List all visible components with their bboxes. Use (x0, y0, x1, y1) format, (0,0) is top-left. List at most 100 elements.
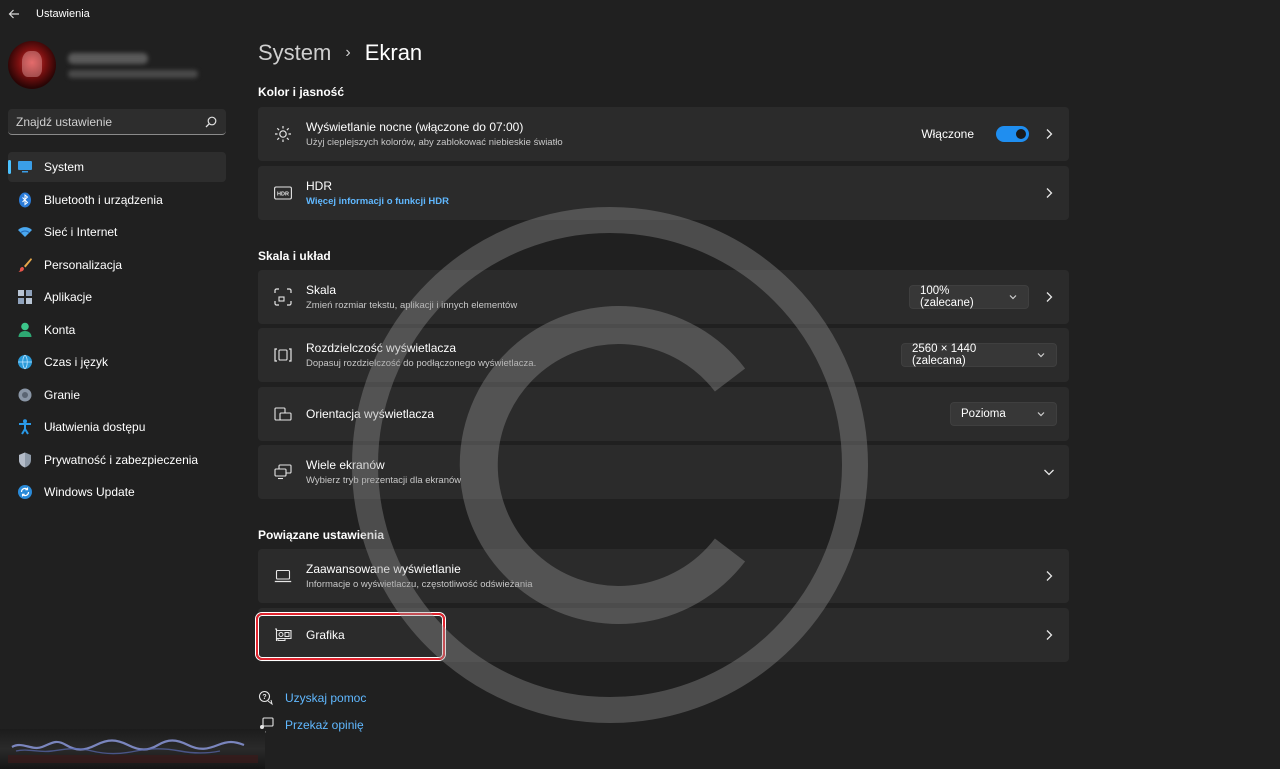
sidebar-item-network[interactable]: Sieć i Internet (8, 217, 226, 247)
main-content: System › Ekran Kolor i jasność Wyświetla… (258, 28, 1070, 769)
search-icon[interactable] (204, 115, 218, 129)
sidebar-item-label: Czas i język (44, 355, 109, 369)
laptop-icon (274, 567, 292, 585)
hdr-icon: HDR (274, 184, 292, 202)
resolution-icon (274, 346, 292, 364)
scale-dropdown[interactable]: 100% (zalecane) (909, 285, 1029, 309)
app-title: Ustawienia (36, 8, 90, 20)
chevron-right-icon[interactable] (1041, 185, 1057, 201)
orientation-icon (274, 405, 292, 423)
orientation-title: Orientacja wyświetlacza (306, 407, 435, 421)
multiple-displays-subtitle: Wybierz tryb prezentacji dla ekranów (306, 475, 462, 486)
search-input-text[interactable]: Znajdź ustawienie (16, 115, 204, 129)
resolution-card[interactable]: Rozdzielczość wyświetlacza Dopasuj rozdz… (258, 328, 1069, 382)
sidebar: Znajdź ustawienie System Bluetooth i urz… (0, 28, 236, 769)
multiple-displays-title: Wiele ekranów (306, 458, 385, 472)
chevron-right-icon[interactable] (1041, 568, 1057, 584)
resolution-title: Rozdzielczość wyświetlacza (306, 341, 457, 355)
advanced-display-card[interactable]: Zaawansowane wyświetlanie Informacje o w… (258, 549, 1069, 603)
breadcrumb-separator: › (345, 44, 351, 61)
sidebar-item-personalization[interactable]: Personalizacja (8, 250, 226, 280)
monitor-icon (17, 159, 33, 175)
graphics-card-icon (274, 626, 292, 644)
chevron-right-icon[interactable] (1041, 627, 1057, 643)
back-arrow-icon (8, 9, 19, 19)
sidebar-item-label: Prywatność i zabezpieczenia (44, 452, 199, 467)
sidebar-item-privacy[interactable]: Prywatność i zabezpieczenia (8, 445, 226, 475)
scale-subtitle: Zmień rozmiar tekstu, aplikacji i innych… (306, 300, 518, 311)
accessibility-icon (17, 419, 33, 435)
section-title-color: Kolor i jasność (258, 85, 345, 99)
orientation-card[interactable]: Orientacja wyświetlacza Pozioma (258, 387, 1069, 441)
hdr-card[interactable]: HDR HDR Więcej informacji o funkcji HDR (258, 166, 1069, 220)
brush-icon (17, 257, 33, 273)
brightness-icon (274, 125, 292, 143)
night-light-subtitle: Użyj cieplejszych kolorów, aby zablokowa… (306, 137, 563, 148)
profile-email-blurred (68, 69, 198, 78)
breadcrumb-parent[interactable]: System (258, 40, 331, 66)
search-input[interactable]: Znajdź ustawienie (8, 109, 226, 135)
sidebar-item-accessibility[interactable]: Ułatwienia dostępu (8, 412, 226, 442)
sidebar-item-bluetooth[interactable]: Bluetooth i urządzenia (8, 185, 226, 215)
watermark-logo (0, 729, 265, 769)
multiple-displays-card[interactable]: Wiele ekranów Wybierz tryb prezentacji d… (258, 445, 1069, 499)
globe-clock-icon (17, 354, 33, 370)
gamepad-icon (17, 387, 33, 403)
page-title: Ekran (364, 40, 423, 65)
resolution-dropdown[interactable]: 2560 × 1440 (zalecana) (901, 343, 1057, 367)
scale-icon (274, 288, 292, 306)
sidebar-item-apps[interactable]: Aplikacje (8, 282, 226, 312)
sidebar-item-label: Granie (44, 387, 81, 402)
sidebar-item-label: System (44, 160, 85, 174)
help-chat-icon: ? (258, 690, 274, 706)
chevron-right-icon[interactable] (1041, 289, 1057, 305)
resolution-dropdown-value: 2560 × 1440 (zalecana) (912, 343, 977, 367)
night-light-toggle-label: Włączone (921, 127, 974, 141)
sidebar-item-label: Ułatwienia dostępu (44, 420, 146, 434)
graphics-card[interactable]: Grafika (258, 608, 1069, 662)
sidebar-item-windows-update[interactable]: Windows Update (8, 477, 226, 507)
user-profile[interactable] (8, 40, 228, 90)
resolution-subtitle: Dopasuj rozdzielczość do podłączonego wy… (306, 358, 537, 369)
feedback-link[interactable]: Przekaż opinię (258, 717, 364, 733)
update-icon (17, 484, 33, 500)
chevron-down-icon (1037, 353, 1045, 358)
get-help-link[interactable]: ? Uzyskaj pomoc (258, 690, 366, 706)
svg-text:HDR: HDR (277, 192, 289, 198)
sidebar-item-gaming[interactable]: Granie (8, 380, 226, 410)
chevron-down-icon (1009, 295, 1017, 300)
profile-name-blurred (68, 52, 148, 64)
feedback-label: Przekaż opinię (285, 718, 364, 732)
scale-dropdown-value: 100% (zalecane) (920, 285, 974, 309)
hdr-info-link[interactable]: Więcej informacji o funkcji HDR (306, 196, 1029, 207)
night-light-card[interactable]: Wyświetlanie nocne (włączone do 07:00) U… (258, 107, 1069, 161)
shield-icon (17, 452, 33, 468)
back-button[interactable] (0, 0, 28, 28)
person-icon (17, 322, 33, 338)
sidebar-item-label: Sieć i Internet (44, 225, 118, 239)
wifi-icon (17, 224, 33, 240)
get-help-label: Uzyskaj pomoc (285, 691, 367, 705)
apps-icon (17, 289, 33, 305)
sidebar-item-label: Personalizacja (44, 257, 123, 272)
multiple-displays-icon (274, 463, 292, 481)
chevron-down-icon[interactable] (1041, 464, 1057, 480)
sidebar-item-time-language[interactable]: Czas i język (8, 347, 226, 377)
sidebar-item-label: Bluetooth i urządzenia (44, 192, 163, 207)
sidebar-item-system[interactable]: System (8, 152, 226, 182)
title-bar: Ustawienia (0, 0, 1280, 28)
scale-title: Skala (306, 283, 337, 297)
advanced-display-title: Zaawansowane wyświetlanie (306, 562, 461, 576)
advanced-display-subtitle: Informacje o wyświetlaczu, częstotliwość… (306, 579, 533, 590)
bluetooth-icon (17, 192, 33, 208)
chevron-right-icon[interactable] (1041, 126, 1057, 142)
night-light-title: Wyświetlanie nocne (włączone do 07:00) (306, 120, 524, 134)
night-light-toggle[interactable] (996, 126, 1029, 142)
orientation-dropdown[interactable]: Pozioma (950, 402, 1057, 426)
scale-card[interactable]: Skala Zmień rozmiar tekstu, aplikacji i … (258, 270, 1069, 324)
section-title-related: Powiązane ustawienia (258, 528, 385, 542)
hdr-title: HDR (306, 179, 332, 193)
avatar (8, 41, 56, 89)
sidebar-item-accounts[interactable]: Konta (8, 315, 226, 345)
chevron-down-icon (1037, 412, 1045, 417)
